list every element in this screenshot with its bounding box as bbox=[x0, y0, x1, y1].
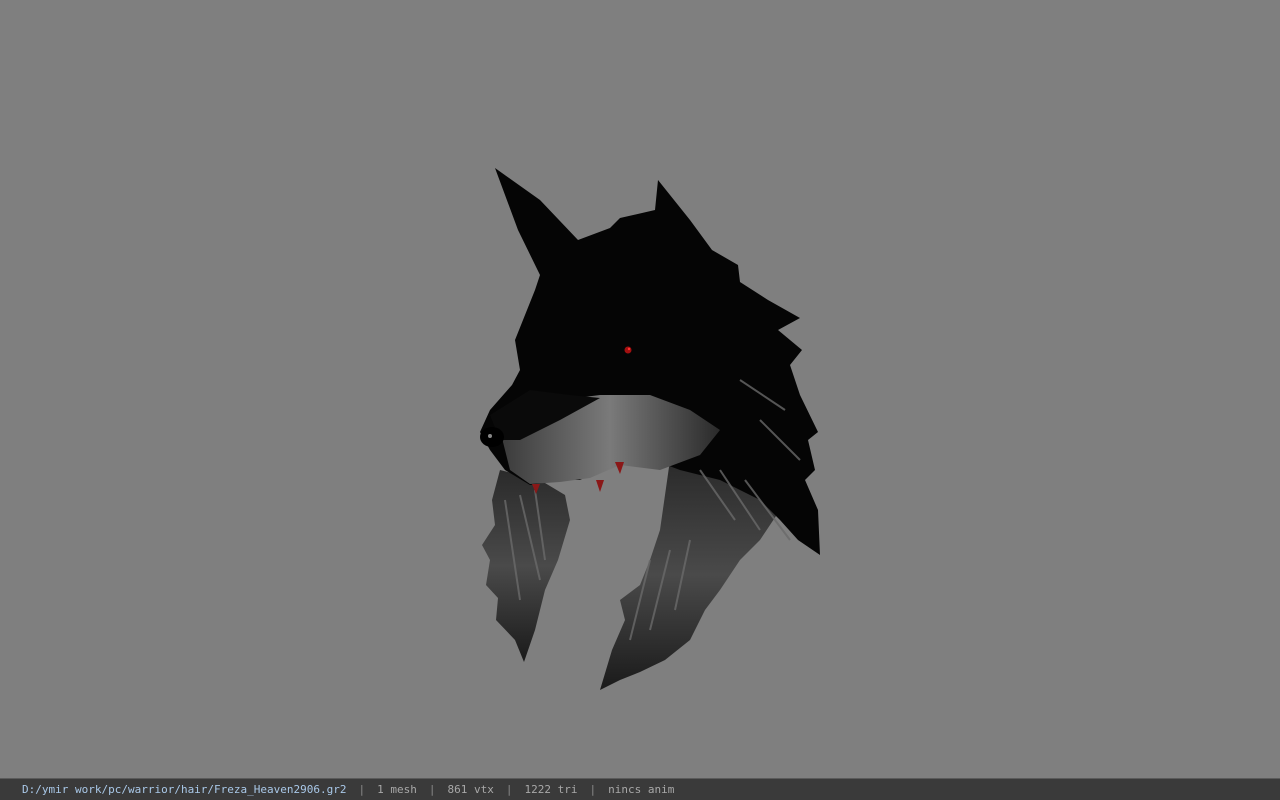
separator: | bbox=[505, 783, 513, 796]
eye-glint bbox=[627, 347, 631, 351]
3d-viewport[interactable] bbox=[0, 0, 1280, 778]
vertex-count: 861 vtx bbox=[447, 783, 494, 796]
fur-left-tail bbox=[482, 470, 570, 662]
status-bar: D:/ymir work/pc/warrior/hair/Freza_Heave… bbox=[0, 778, 1280, 800]
anim-state: nincs anim bbox=[608, 783, 675, 796]
eye bbox=[624, 346, 632, 354]
separator: | bbox=[358, 783, 366, 796]
nose-highlight bbox=[488, 434, 492, 438]
separator: | bbox=[428, 783, 436, 796]
mesh-count: 1 mesh bbox=[377, 783, 417, 796]
wolf-head-model bbox=[480, 168, 820, 690]
file-path: D:/ymir work/pc/warrior/hair/Freza_Heave… bbox=[22, 783, 347, 796]
nose bbox=[480, 427, 504, 447]
separator: | bbox=[589, 783, 597, 796]
triangle-count: 1222 tri bbox=[524, 783, 578, 796]
